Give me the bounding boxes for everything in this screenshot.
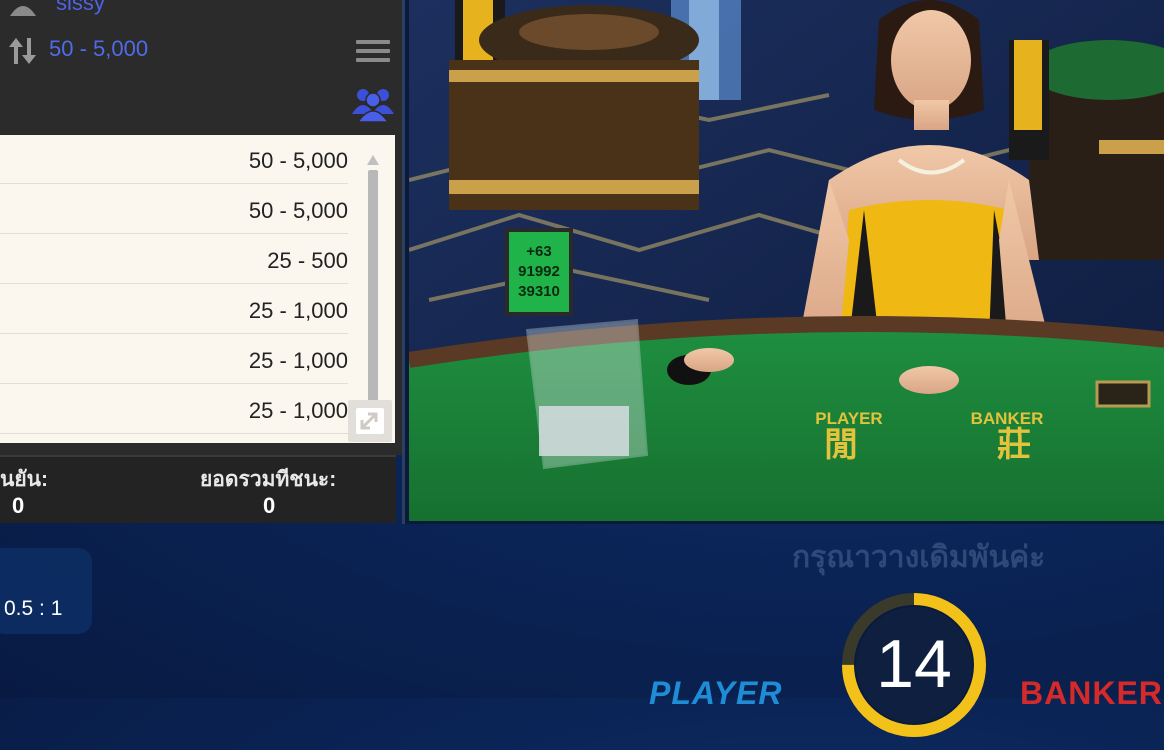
group-users-icon[interactable] (352, 86, 394, 123)
banker-bet-label[interactable]: BANKER (1020, 675, 1163, 712)
bet-prompt: กรุณาวางเดิมพันค่ะ (792, 541, 1046, 574)
table-limit: 50 - 5,000 (49, 36, 149, 61)
total-win-value: 0 (263, 493, 276, 518)
list-item[interactable]: 50 - 5,000 (0, 185, 348, 234)
player-bet-label[interactable]: PLAYER (649, 675, 782, 712)
user-icon (8, 0, 38, 16)
live-video-frame: +63 91992 39310 PLAYER BANKER 閒 莊 (402, 0, 1164, 524)
scroll-up-arrow-icon[interactable] (367, 152, 379, 165)
confirmed-label: นยัน: (0, 468, 49, 491)
expand-icon (356, 408, 384, 434)
scrollbar-thumb[interactable] (368, 170, 378, 410)
list-item[interactable]: 25 - 500 (0, 235, 348, 284)
dealer-video: +63 91992 39310 PLAYER BANKER 閒 莊 (409, 0, 1164, 521)
felt-player-char: 閒 (824, 425, 858, 465)
limit-row: 50 - 5,000 (0, 30, 400, 70)
card-holder-line-2: 91992 (518, 263, 560, 280)
confirmed-value: 0 (12, 493, 25, 518)
card-holder-line-3: 39310 (518, 283, 560, 300)
menu-icon[interactable] (356, 38, 390, 64)
payout-card[interactable] (0, 548, 92, 634)
total-win-label: ยอดรวมทีชนะ: (200, 468, 337, 491)
list-item[interactable]: 25 - 1,000 (0, 335, 348, 384)
group-row (0, 84, 400, 130)
list-item[interactable]: 25 - 1,000 (0, 385, 348, 434)
username: sissy (56, 0, 105, 15)
sort-arrows-icon[interactable] (6, 34, 40, 68)
felt-banker-char: 莊 (997, 425, 1031, 465)
expand-button[interactable] (348, 400, 392, 442)
list-item[interactable]: 25 - 1,000 (0, 285, 348, 334)
limit-list: 50 - 5,000 50 - 5,000 25 - 500 25 - 1,00… (0, 135, 395, 443)
payout-ratio: 0.5 : 1 (4, 597, 63, 620)
countdown-seconds: 14 (876, 626, 952, 702)
card-holder-line-1: +63 (526, 243, 551, 260)
bet-summary: นยัน: 0 ยอดรวมทีชนะ: 0 (0, 455, 396, 523)
list-item[interactable]: 50 - 5,000 (0, 135, 348, 184)
user-row: sissy (0, 0, 400, 16)
